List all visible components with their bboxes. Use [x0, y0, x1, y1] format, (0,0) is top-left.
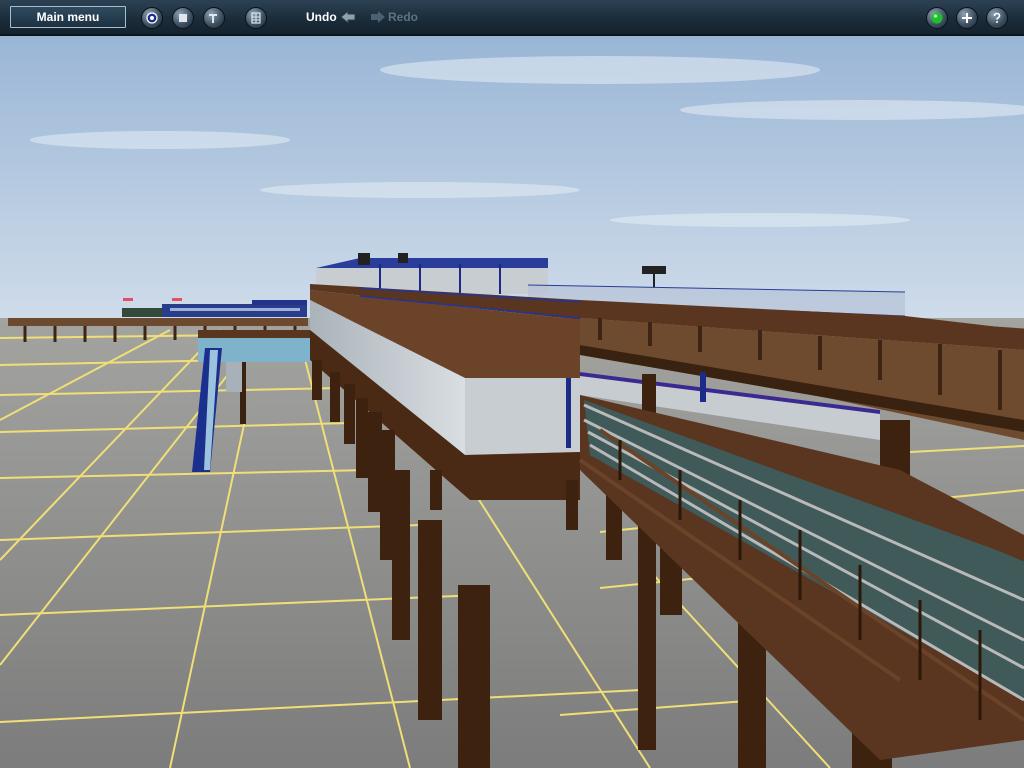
3d-viewport[interactable] — [0, 0, 1024, 768]
redo-arrow-icon — [371, 11, 385, 23]
help-button[interactable] — [986, 7, 1008, 29]
status-light-icon — [931, 12, 943, 24]
undo-arrow-icon[interactable] — [340, 9, 356, 25]
undo-button[interactable]: Undo — [306, 10, 337, 24]
stop-icon — [179, 14, 187, 22]
toolbar: Main menu Undo Redo — [0, 0, 1024, 36]
add-button[interactable] — [956, 7, 978, 29]
grid-icon — [251, 12, 261, 24]
help-icon — [993, 12, 1001, 23]
wrench-icon — [209, 14, 217, 23]
tools-button[interactable] — [203, 7, 225, 29]
grid-button[interactable] — [245, 7, 267, 29]
stop-button[interactable] — [172, 7, 194, 29]
camera-icon — [146, 12, 158, 24]
add-icon — [962, 13, 972, 23]
camera-button[interactable] — [141, 7, 163, 29]
status-light-button[interactable] — [926, 7, 948, 29]
redo-button: Redo — [388, 10, 418, 24]
main-menu-button[interactable]: Main menu — [10, 6, 126, 28]
